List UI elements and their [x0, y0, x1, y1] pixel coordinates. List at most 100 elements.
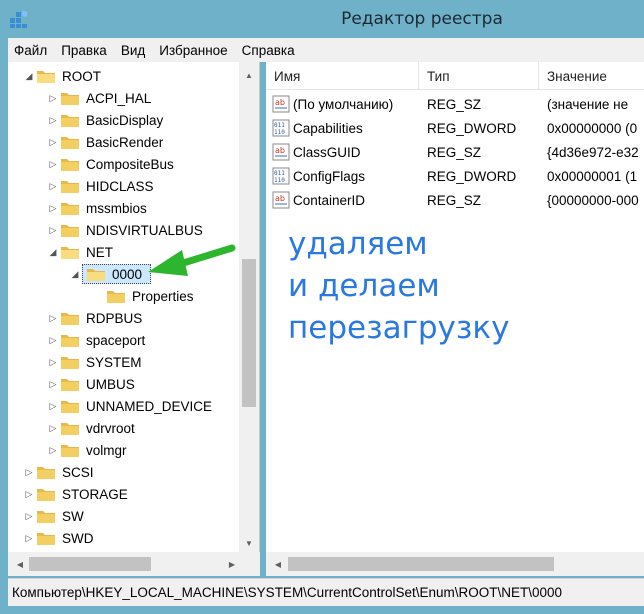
- collapse-arrow-icon[interactable]: ◢: [22, 71, 36, 82]
- value-row[interactable]: 011 110 ConfigFlags REG_DWORD 0x00000001 (1: [266, 164, 644, 188]
- folder-icon: [37, 489, 55, 501]
- expand-arrow-icon[interactable]: ▷: [46, 137, 60, 148]
- folder-icon: [107, 291, 125, 303]
- scroll-down-arrow-icon[interactable]: ▼: [239, 534, 259, 552]
- expand-arrow-icon[interactable]: ▷: [46, 313, 60, 324]
- tree-item[interactable]: ▷ UNNAMED_DEVICE: [46, 395, 213, 417]
- expand-arrow-icon[interactable]: ▷: [46, 181, 60, 192]
- expand-arrow-icon[interactable]: ▷: [22, 511, 36, 522]
- tree-item[interactable]: Properties: [92, 285, 194, 307]
- folder-icon: [61, 313, 79, 325]
- tree-item[interactable]: ▷ RDPBUS: [46, 307, 143, 329]
- folder-icon: [61, 357, 79, 369]
- tree-item-label: volmgr: [86, 442, 127, 458]
- expand-arrow-icon[interactable]: ▷: [46, 115, 60, 126]
- annotation-line-2: и делаем: [288, 268, 440, 304]
- tree-item-label: ACPI_HAL: [86, 90, 152, 106]
- value-type: REG_DWORD: [427, 120, 517, 136]
- tree-item[interactable]: ▷ UMBUS: [46, 373, 135, 395]
- tree-item[interactable]: ▷ STORAGE: [22, 483, 128, 505]
- menu-view[interactable]: Вид: [121, 43, 145, 58]
- expand-arrow-icon[interactable]: ▷: [22, 533, 36, 544]
- tree-item[interactable]: ▷ ACPI_HAL: [46, 87, 152, 109]
- folder-icon: [37, 511, 55, 523]
- column-divider[interactable]: [538, 62, 539, 90]
- tree-item[interactable]: ▷ spaceport: [46, 329, 146, 351]
- value-row[interactable]: ab (По умолчанию) REG_SZ (значение не: [266, 92, 644, 116]
- tree-item[interactable]: ▷ BasicDisplay: [46, 109, 164, 131]
- tree-item[interactable]: ▷ volmgr: [46, 439, 127, 461]
- tree-item-label: STORAGE: [62, 486, 128, 502]
- string-value-icon: ab: [272, 191, 290, 209]
- tree-item-label: NDISVIRTUALBUS: [86, 222, 203, 238]
- folder-icon: [37, 533, 55, 545]
- tree-item[interactable]: ◢ 0000: [68, 263, 152, 285]
- tree-item-label: SYSTEM: [86, 354, 142, 370]
- tree-item[interactable]: ▷ SCSI: [22, 461, 94, 483]
- expand-arrow-icon[interactable]: ▷: [46, 335, 60, 346]
- tree-item[interactable]: ▷ BasicRender: [46, 131, 164, 153]
- tree-item[interactable]: ▷ SYSTEM: [46, 351, 142, 373]
- expand-arrow-icon[interactable]: ▷: [22, 467, 36, 478]
- expand-arrow-icon[interactable]: ▷: [46, 379, 60, 390]
- tree-item[interactable]: ▷ SWD: [22, 527, 94, 549]
- dword-value-icon: 011110: [272, 119, 290, 137]
- expand-arrow-icon[interactable]: ▷: [46, 423, 60, 434]
- expand-arrow-icon[interactable]: ▷: [46, 357, 60, 368]
- tree-item[interactable]: ▷ HIDCLASS: [46, 175, 154, 197]
- collapse-arrow-icon[interactable]: ◢: [46, 247, 60, 258]
- column-divider[interactable]: [418, 62, 419, 90]
- value-type: REG_DWORD: [427, 168, 517, 184]
- value-row[interactable]: ab ContainerID REG_SZ {00000000-000: [266, 188, 644, 212]
- expand-arrow-icon[interactable]: ▷: [46, 159, 60, 170]
- string-value-icon: ab: [272, 143, 290, 161]
- menu-edit[interactable]: Правка: [61, 43, 107, 58]
- tree-item[interactable]: ▷ CompositeBus: [46, 153, 174, 175]
- expand-arrow-icon[interactable]: ▷: [46, 203, 60, 214]
- tree-item[interactable]: ◢ NET: [46, 241, 113, 263]
- scroll-thumb[interactable]: [29, 557, 151, 571]
- folder-icon: [61, 423, 79, 435]
- folder-icon: [61, 445, 79, 457]
- tree-item[interactable]: ▷ mssmbios: [46, 197, 147, 219]
- folder-icon: [61, 379, 79, 391]
- column-value-header[interactable]: Значение: [547, 69, 607, 84]
- value-row[interactable]: 011 110 Capabilities REG_DWORD 0x00000000 (0: [266, 116, 644, 140]
- expand-arrow-icon[interactable]: ▷: [46, 445, 60, 456]
- svg-text:ab: ab: [275, 194, 285, 203]
- list-horizontal-scrollbar[interactable]: ◀: [266, 552, 644, 576]
- expand-arrow-icon[interactable]: ▷: [46, 93, 60, 104]
- scroll-left-arrow-icon[interactable]: ◀: [10, 555, 30, 573]
- tree-item-label: UMBUS: [86, 376, 135, 392]
- menu-favorites[interactable]: Избранное: [159, 43, 227, 58]
- value-name: ConfigFlags: [293, 168, 366, 184]
- tree-item[interactable]: ◢ ROOT: [22, 65, 101, 87]
- folder-icon: [61, 247, 79, 259]
- scroll-right-arrow-icon[interactable]: ▶: [222, 555, 242, 573]
- key-tree[interactable]: ◢ ROOT ▷ ACPI_HAL ▷ BasicDisplay ▷ BasicRender ▷…: [8, 62, 260, 576]
- scroll-thumb[interactable]: [242, 259, 256, 407]
- scroll-left-arrow-icon[interactable]: ◀: [268, 555, 288, 573]
- tree-item-label: Properties: [132, 288, 194, 304]
- scroll-thumb[interactable]: [288, 557, 554, 571]
- scroll-up-arrow-icon[interactable]: ▲: [239, 66, 259, 84]
- folder-icon: [61, 159, 79, 171]
- expand-arrow-icon[interactable]: ▷: [46, 225, 60, 236]
- column-name-header[interactable]: Имя: [274, 69, 300, 84]
- tree-vertical-scrollbar[interactable]: ▲ ▼: [239, 62, 259, 552]
- tree-item-label: SW: [62, 508, 84, 524]
- value-row[interactable]: ab ClassGUID REG_SZ {4d36e972-e32: [266, 140, 644, 164]
- tree-item-label: HIDCLASS: [86, 178, 154, 194]
- tree-item[interactable]: ▷ SW: [22, 505, 84, 527]
- tree-horizontal-scrollbar[interactable]: ◀ ▶: [8, 552, 260, 576]
- tree-item[interactable]: ▷ vdrvroot: [46, 417, 135, 439]
- tree-item-label: BasicDisplay: [86, 112, 164, 128]
- folder-icon: [61, 225, 79, 237]
- menu-file[interactable]: Файл: [14, 43, 47, 58]
- expand-arrow-icon[interactable]: ▷: [22, 489, 36, 500]
- menu-help[interactable]: Справка: [242, 43, 295, 58]
- annotation-line-1: удаляем: [288, 226, 428, 262]
- column-type-header[interactable]: Тип: [427, 69, 450, 84]
- expand-arrow-icon[interactable]: ▷: [46, 401, 60, 412]
- collapse-arrow-icon[interactable]: ◢: [68, 269, 82, 280]
